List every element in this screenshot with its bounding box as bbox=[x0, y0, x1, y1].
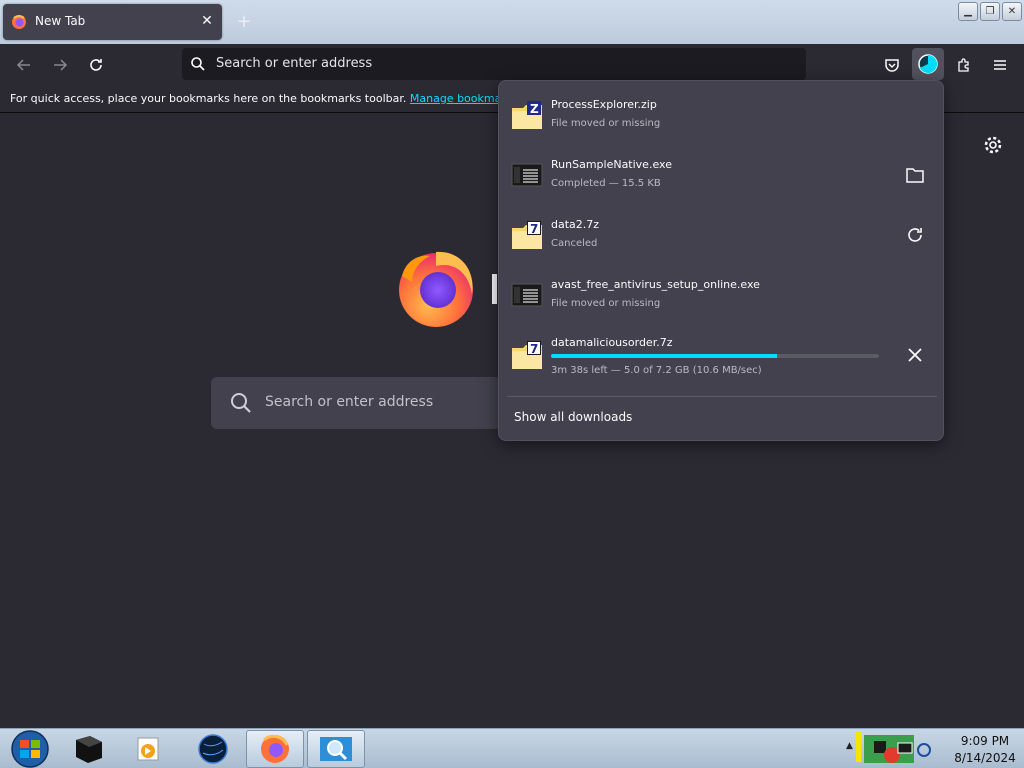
search-icon bbox=[191, 57, 205, 71]
download-filename: avast_free_antivirus_setup_online.exe bbox=[551, 278, 760, 291]
cursor-caret bbox=[492, 274, 497, 304]
tab-strip: New Tab ✕ + ▁ ❐ ✕ bbox=[0, 0, 1024, 44]
executable-icon bbox=[511, 283, 543, 307]
window-controls: ▁ ❐ ✕ bbox=[958, 2, 1022, 21]
download-status: Canceled bbox=[551, 238, 598, 249]
downloads-button[interactable] bbox=[912, 48, 944, 80]
download-progress-bar bbox=[551, 354, 879, 358]
downloads-panel: Z ProcessExplorer.zip File moved or miss… bbox=[498, 80, 944, 441]
back-button[interactable] bbox=[10, 52, 38, 78]
globe-icon bbox=[198, 734, 228, 764]
reload-button[interactable] bbox=[82, 52, 110, 78]
download-progress-fill bbox=[551, 354, 778, 358]
firefox-logo-icon bbox=[399, 251, 473, 327]
svg-text:7: 7 bbox=[530, 222, 538, 236]
download-item[interactable]: avast_free_antivirus_setup_online.exe Fi… bbox=[499, 265, 945, 325]
tab-title: New Tab bbox=[35, 14, 86, 28]
download-item[interactable]: RunSampleNative.exe Completed — 15.5 KB bbox=[499, 145, 945, 205]
pocket-button[interactable] bbox=[878, 52, 906, 78]
download-progress-icon bbox=[918, 54, 938, 74]
download-item[interactable]: Z ProcessExplorer.zip File moved or miss… bbox=[499, 85, 945, 145]
clock-time[interactable]: 9:09 PM bbox=[950, 734, 1020, 748]
black-box-app-icon bbox=[76, 736, 102, 763]
download-filename: data2.7z bbox=[551, 218, 600, 231]
windows-taskbar: ▲ 9:09 PM 8/14/2024 bbox=[0, 728, 1024, 768]
reload-icon bbox=[90, 59, 102, 71]
magnifier-icon bbox=[320, 737, 352, 761]
taskbar-app-magnifier[interactable] bbox=[307, 730, 365, 768]
taskbar-app-firefox[interactable] bbox=[246, 730, 304, 768]
svg-text:Z: Z bbox=[530, 102, 539, 116]
bookmarks-message: For quick access, place your bookmarks h… bbox=[10, 92, 407, 105]
executable-icon bbox=[511, 163, 543, 187]
download-status: File moved or missing bbox=[551, 298, 661, 309]
folder-icon[interactable] bbox=[903, 163, 927, 187]
new-tab-button[interactable]: + bbox=[232, 10, 256, 34]
cancel-icon[interactable] bbox=[903, 343, 927, 367]
hamburger-menu-icon bbox=[994, 60, 1006, 70]
download-status: Completed — 15.5 KB bbox=[551, 178, 661, 189]
minimize-button[interactable]: ▁ bbox=[958, 2, 978, 21]
restore-button[interactable]: ❐ bbox=[980, 2, 1000, 21]
search-icon bbox=[231, 393, 251, 413]
tab-new-tab[interactable]: New Tab ✕ bbox=[3, 4, 222, 40]
firefox-favicon-icon bbox=[12, 15, 26, 29]
zip-archive-icon: Z bbox=[512, 101, 542, 129]
download-filename: datamaliciousorder.7z bbox=[551, 336, 673, 349]
tab-close-icon[interactable]: ✕ bbox=[198, 12, 216, 30]
taskbar-app-media-player[interactable] bbox=[120, 730, 178, 768]
start-button[interactable] bbox=[6, 729, 54, 768]
address-bar-placeholder: Search or enter address bbox=[216, 56, 373, 71]
show-hidden-icons-button[interactable]: ▲ bbox=[846, 741, 854, 753]
download-status: File moved or missing bbox=[551, 118, 661, 129]
download-status: 3m 38s left — 5.0 of 7.2 GB (10.6 MB/sec… bbox=[551, 365, 762, 376]
clock-date[interactable]: 8/14/2024 bbox=[948, 751, 1022, 765]
system-tray: ▲ 9:09 PM 8/14/2024 bbox=[842, 729, 1024, 768]
puzzle-piece-icon bbox=[958, 58, 969, 72]
download-filename: ProcessExplorer.zip bbox=[551, 98, 657, 111]
download-item[interactable]: 7 datamaliciousorder.7z 3m 38s left — 5.… bbox=[499, 325, 945, 385]
taskbar-app-globe[interactable] bbox=[184, 730, 242, 768]
new-tab-search-box[interactable]: Search or enter address bbox=[211, 377, 501, 429]
svg-text:7: 7 bbox=[530, 342, 538, 356]
tray-icons bbox=[856, 732, 931, 763]
new-tab-search-placeholder: Search or enter address bbox=[265, 394, 434, 410]
back-arrow-icon bbox=[16, 59, 30, 71]
forward-arrow-icon bbox=[54, 59, 68, 71]
firefox-icon bbox=[261, 734, 289, 763]
extensions-button[interactable] bbox=[950, 52, 978, 78]
7z-archive-icon: 7 bbox=[512, 341, 542, 369]
address-bar[interactable]: Search or enter address bbox=[182, 48, 806, 80]
retry-icon[interactable] bbox=[903, 223, 927, 247]
close-window-button[interactable]: ✕ bbox=[1002, 2, 1022, 21]
forward-button[interactable] bbox=[46, 52, 74, 78]
download-filename: RunSampleNative.exe bbox=[551, 158, 672, 171]
7z-archive-icon: 7 bbox=[512, 221, 542, 249]
download-item[interactable]: 7 data2.7z Canceled bbox=[499, 205, 945, 265]
app-menu-button[interactable] bbox=[986, 52, 1014, 78]
pocket-icon bbox=[885, 59, 899, 72]
panel-divider bbox=[507, 396, 937, 397]
media-player-icon bbox=[137, 737, 159, 761]
gear-icon[interactable] bbox=[982, 134, 1004, 156]
bookmarks-message-row: For quick access, place your bookmarks h… bbox=[10, 92, 529, 105]
show-all-downloads-button[interactable]: Show all downloads bbox=[514, 410, 632, 424]
taskbar-app-black-box[interactable] bbox=[60, 730, 118, 768]
